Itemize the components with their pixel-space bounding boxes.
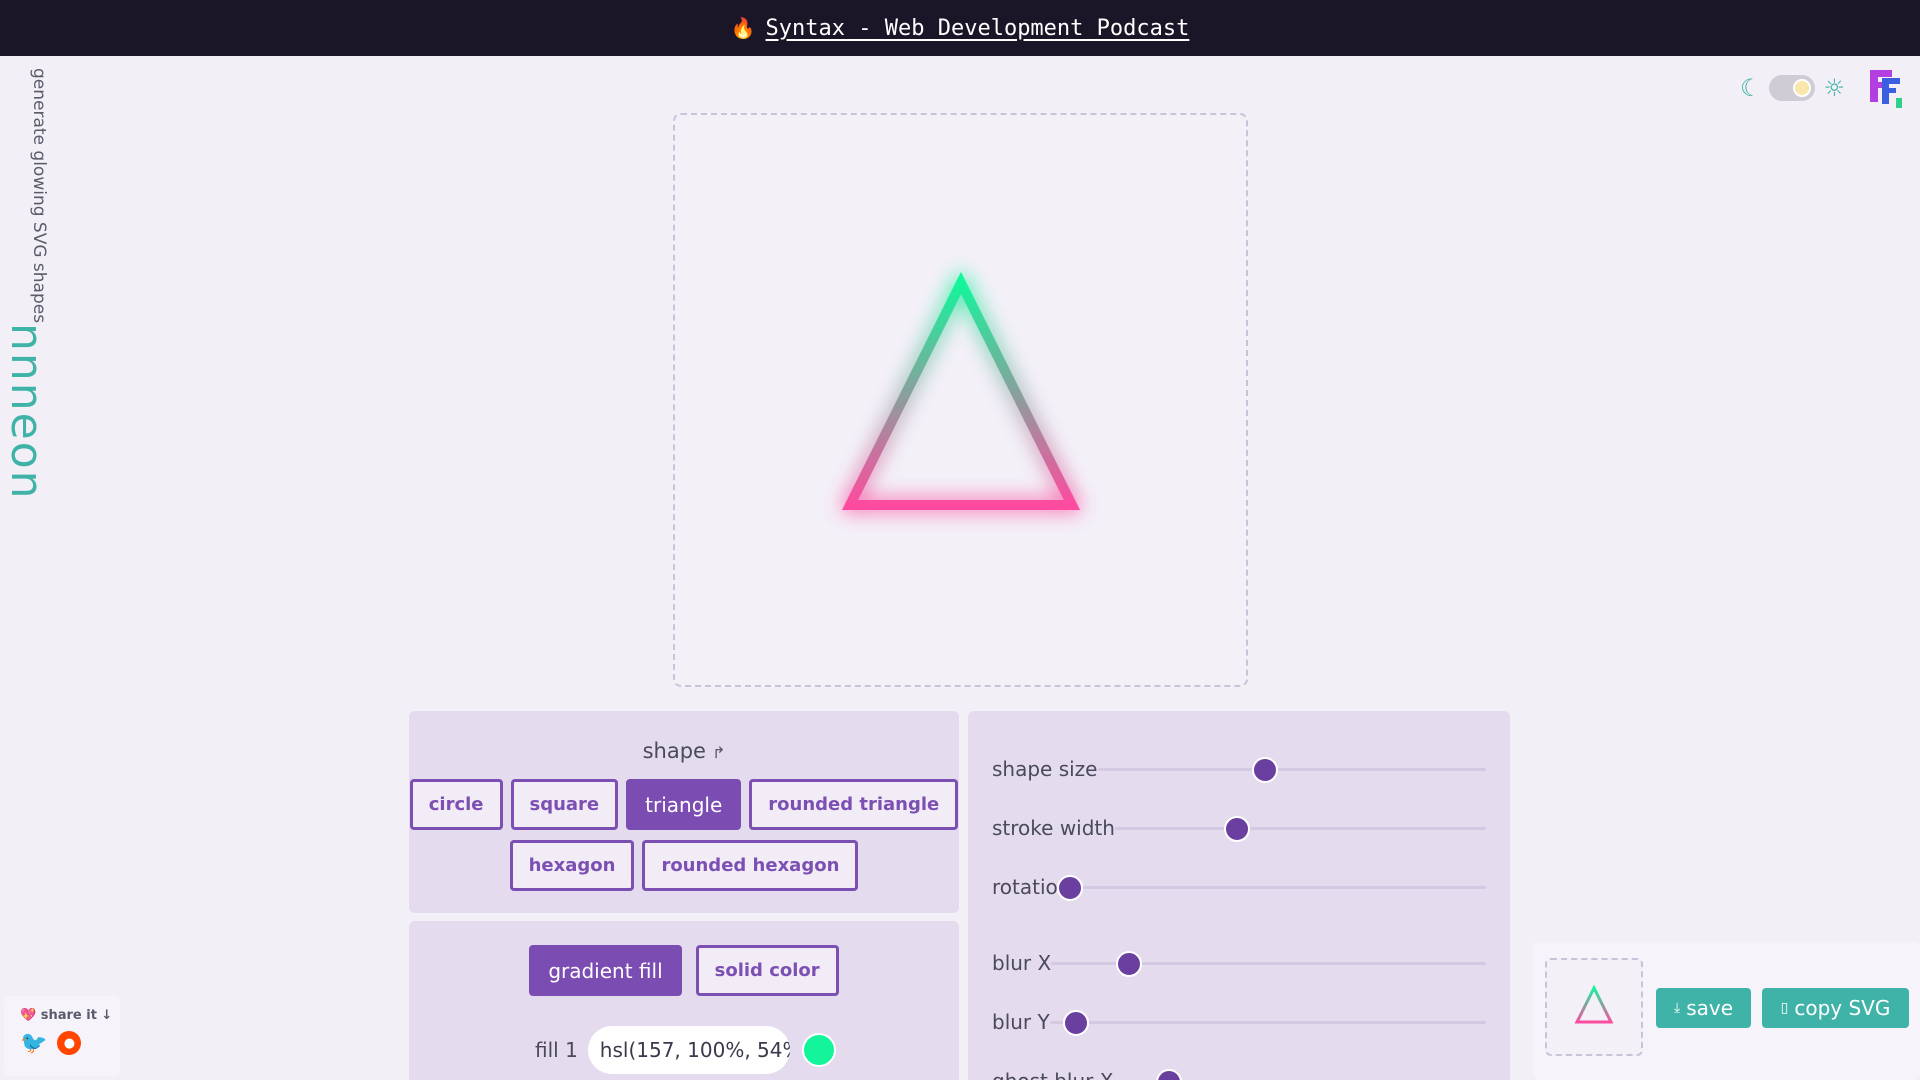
flame-icon: 🔥 (730, 16, 756, 40)
twitter-icon[interactable]: 🐦 (20, 1031, 47, 1056)
solid-color-button[interactable]: solid color (695, 945, 839, 996)
slider-label: shape size (992, 757, 1098, 781)
copy-svg-button[interactable]: ▯ copy SVG (1762, 988, 1909, 1028)
slider-track[interactable] (1113, 1061, 1486, 1080)
share-box: 💖 share it ↓ 🐦 ● (4, 996, 120, 1076)
slider-label: blur Y (992, 1010, 1050, 1034)
slider-stroke-width: stroke width (992, 808, 1486, 848)
share-label: 💖 share it ↓ (20, 1008, 120, 1023)
reddit-icon[interactable]: ● (57, 1031, 82, 1055)
fill1-label: fill 1 (535, 1038, 578, 1062)
slider-blur-x: blur X (992, 943, 1486, 983)
save-button[interactable]: ⤓ save (1656, 988, 1751, 1028)
share-text: share it ↓ (40, 1008, 113, 1023)
copy-label: copy SVG (1794, 996, 1891, 1020)
shape-rounded-triangle-button[interactable]: rounded triangle (749, 779, 959, 830)
brand-logo: nnneon generate glowing SVG shapes (1, 68, 52, 501)
slider-thumb[interactable] (1057, 875, 1084, 901)
preview-canvas (673, 113, 1248, 687)
save-label: save (1686, 996, 1734, 1020)
slider-rotation: rotation (992, 867, 1486, 907)
slider-ghost-blur-x: ghost blur X (992, 1061, 1486, 1080)
slider-track[interactable] (1114, 808, 1486, 848)
gradient-fill-button[interactable]: gradient fill (529, 945, 682, 996)
fill1-input[interactable]: hsl(157, 100%, 54%) (587, 1026, 790, 1074)
heart-icon: 💖 (20, 1008, 37, 1023)
download-icon: ⤓ (1673, 1000, 1681, 1016)
export-dock: ⤓ save ▯ copy SVG (1533, 942, 1920, 1080)
sliders-panel: shape size stroke width rotation blur X … (968, 711, 1510, 1080)
slider-label: ghost blur X (992, 1069, 1113, 1080)
slider-track[interactable] (1097, 749, 1486, 789)
toggle-knob (1793, 79, 1812, 97)
fill1-color-swatch[interactable] (801, 1033, 836, 1067)
slider-thumb[interactable] (1116, 951, 1143, 977)
shape-circle-button[interactable]: circle (409, 779, 503, 830)
fill-panel: gradient fill solid color fill 1 hsl(157… (409, 921, 959, 1080)
slider-blur-y: blur Y (992, 1002, 1486, 1042)
slider-shape-size: shape size (992, 749, 1486, 789)
slider-thumb[interactable] (1224, 816, 1251, 842)
app-title: nnneon (1, 323, 52, 501)
slider-thumb[interactable] (1251, 757, 1278, 783)
slider-track[interactable] (1051, 943, 1486, 983)
moon-icon: ☾ (1739, 74, 1762, 102)
shuffle-icon[interactable]: ↱ (712, 743, 725, 762)
slider-label: blur X (992, 951, 1052, 975)
slider-track[interactable] (1057, 867, 1486, 907)
sun-icon: ☼ (1823, 74, 1845, 102)
theme-switcher: ☾ ☼ (1740, 74, 1845, 102)
shape-panel-title: shape ↱ (409, 739, 959, 765)
neon-triangle-preview (840, 269, 1082, 511)
slider-thumb[interactable] (1062, 1010, 1089, 1036)
mini-triangle-icon (1574, 984, 1614, 1024)
shape-triangle-button[interactable]: triangle (626, 779, 742, 830)
slider-thumb[interactable] (1156, 1069, 1183, 1080)
shape-panel: shape ↱ circle square triangle rounded tr… (409, 711, 959, 913)
shape-hexagon-button[interactable]: hexagon (509, 840, 635, 891)
shape-square-button[interactable]: square (510, 779, 619, 830)
syntax-podcast-link[interactable]: Syntax - Web Development Podcast (766, 16, 1190, 41)
frontend-logo-icon[interactable] (1868, 66, 1908, 110)
shape-rounded-hexagon-button[interactable]: rounded hexagon (642, 840, 859, 891)
slider-label: stroke width (992, 816, 1115, 840)
app-subtitle: generate glowing SVG shapes (29, 68, 49, 324)
theme-toggle[interactable] (1769, 75, 1816, 101)
top-banner: 🔥 Syntax - Web Development Podcast (0, 0, 1920, 56)
slider-track[interactable] (1049, 1002, 1486, 1042)
mini-preview (1545, 958, 1643, 1056)
shape-title-text: shape (642, 739, 706, 763)
clipboard-icon: ▯ (1780, 1000, 1789, 1016)
